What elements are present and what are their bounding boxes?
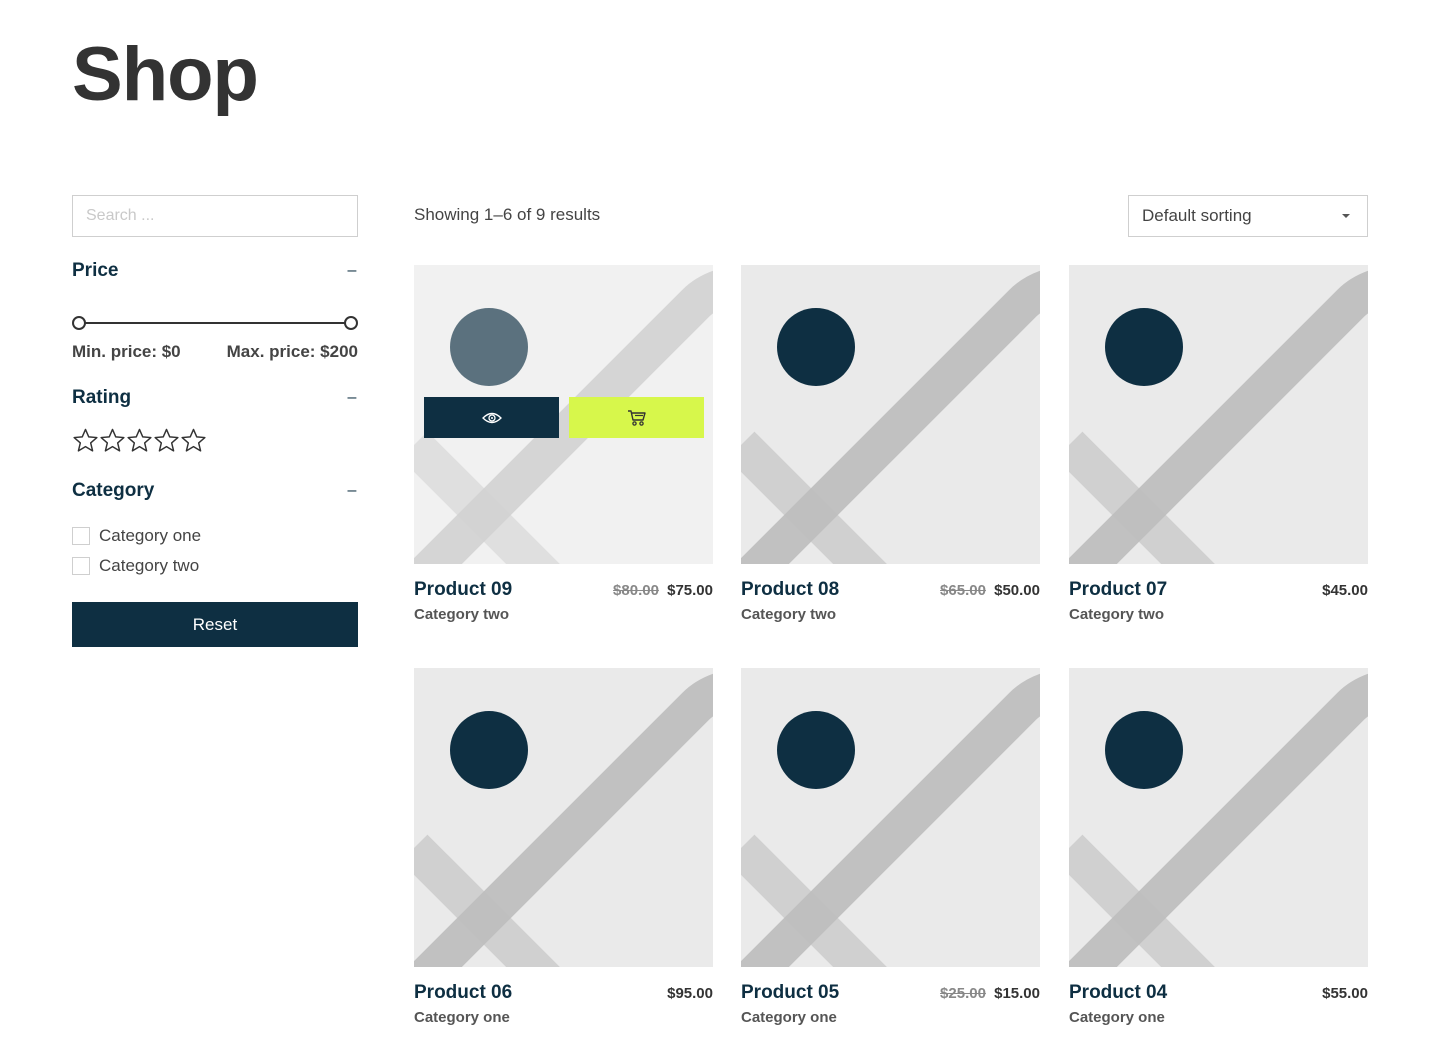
product-category[interactable]: Category one — [741, 1009, 837, 1026]
result-count: Showing 1–6 of 9 results — [414, 205, 601, 224]
product-image[interactable] — [414, 265, 713, 564]
product-category[interactable]: Category two — [414, 606, 509, 623]
product-name[interactable]: Product 06 — [414, 982, 512, 1004]
product-image[interactable] — [1069, 668, 1368, 967]
quick-view-button[interactable] — [424, 397, 559, 438]
product-name[interactable]: Product 07 — [1069, 579, 1167, 601]
image-placeholder-icon — [741, 265, 1040, 564]
cart-icon — [627, 409, 646, 426]
sort-dropdown[interactable]: Default sorting — [1128, 195, 1368, 237]
rating-collapse-toggle[interactable]: – — [346, 389, 358, 407]
max-price-label: Max. price: $200 — [226, 342, 358, 361]
image-placeholder-icon — [1069, 668, 1368, 967]
product-price: $80.00 $75.00 — [613, 582, 713, 599]
rating-filter-title: Rating — [72, 387, 132, 408]
price-min-handle[interactable] — [72, 316, 86, 330]
category-filter-header: Category – — [72, 479, 358, 503]
original-price: $25.00 — [940, 985, 986, 1002]
star-icon[interactable] — [99, 427, 126, 454]
product-price: $55.00 — [1322, 985, 1368, 1002]
current-price: $50.00 — [994, 582, 1040, 599]
product-category[interactable]: Category two — [1069, 606, 1164, 623]
product-image[interactable] — [741, 265, 1040, 564]
price-collapse-toggle[interactable]: – — [346, 262, 358, 280]
product-name[interactable]: Product 05 — [741, 982, 839, 1004]
search-input[interactable] — [72, 195, 358, 237]
product-price: $95.00 — [667, 985, 713, 1002]
category-item-two[interactable]: Category two — [72, 551, 358, 581]
current-price: $15.00 — [994, 985, 1040, 1002]
current-price: $95.00 — [667, 985, 713, 1002]
product-category[interactable]: Category two — [741, 606, 836, 623]
price-slider-track — [79, 322, 351, 324]
category-item-one[interactable]: Category one — [72, 521, 358, 551]
product-info: Product 09 $80.00 $75.00 Category two — [414, 564, 713, 624]
product-info: Product 07 $45.00 Category two — [1069, 564, 1368, 624]
product-name[interactable]: Product 08 — [741, 579, 839, 601]
product-price: $65.00 $50.00 — [940, 582, 1040, 599]
product-name[interactable]: Product 04 — [1069, 982, 1167, 1004]
page-title: Shop — [72, 32, 259, 117]
price-filter-title: Price — [72, 260, 119, 281]
product-info: Product 05 $25.00 $15.00 Category one — [741, 967, 1040, 1027]
product-image[interactable] — [414, 668, 713, 967]
star-icon[interactable] — [153, 427, 180, 454]
product-card[interactable]: Product 07 $45.00 Category two — [1069, 265, 1368, 624]
product-category[interactable]: Category one — [414, 1009, 510, 1026]
product-info: Product 08 $65.00 $50.00 Category two — [741, 564, 1040, 624]
image-placeholder-icon — [741, 668, 1040, 967]
eye-icon — [481, 412, 502, 423]
product-card[interactable]: Product 09 $80.00 $75.00 Category two — [414, 265, 713, 624]
star-icon[interactable] — [72, 427, 99, 454]
rating-filter-header: Rating – — [72, 386, 358, 410]
product-card[interactable]: Product 08 $65.00 $50.00 Category two — [741, 265, 1040, 624]
product-info: Product 06 $95.00 Category one — [414, 967, 713, 1027]
category-list: Category one Category two — [72, 521, 358, 581]
add-to-cart-button[interactable] — [569, 397, 704, 438]
product-card[interactable]: Product 04 $55.00 Category one — [1069, 668, 1368, 1027]
product-info: Product 04 $55.00 Category one — [1069, 967, 1368, 1027]
filter-sidebar: Price – Min. price: $0 Max. price: $200 … — [72, 195, 358, 647]
chevron-down-icon — [1342, 214, 1350, 218]
product-image[interactable] — [1069, 265, 1368, 564]
min-price-label: Min. price: $0 — [72, 342, 181, 361]
product-name[interactable]: Product 09 — [414, 579, 512, 601]
price-max-handle[interactable] — [344, 316, 358, 330]
current-price: $45.00 — [1322, 582, 1368, 599]
category-one-label: Category one — [99, 526, 202, 545]
sort-selected-label: Default sorting — [1142, 206, 1252, 225]
product-category[interactable]: Category one — [1069, 1009, 1165, 1026]
price-range-slider[interactable] — [72, 316, 358, 330]
original-price: $80.00 — [613, 582, 659, 599]
reset-button[interactable]: Reset — [72, 602, 358, 647]
rating-stars — [72, 427, 358, 455]
product-card[interactable]: Product 05 $25.00 $15.00 Category one — [741, 668, 1040, 1027]
category-filter-title: Category — [72, 480, 155, 501]
category-two-checkbox[interactable] — [72, 557, 90, 575]
current-price: $75.00 — [667, 582, 713, 599]
category-two-label: Category two — [99, 556, 200, 575]
star-icon[interactable] — [180, 427, 207, 454]
category-collapse-toggle[interactable]: – — [346, 482, 358, 500]
price-range-labels: Min. price: $0 Max. price: $200 — [72, 342, 358, 362]
current-price: $55.00 — [1322, 985, 1368, 1002]
star-icon[interactable] — [126, 427, 153, 454]
image-placeholder-icon — [1069, 265, 1368, 564]
product-card[interactable]: Product 06 $95.00 Category one — [414, 668, 713, 1027]
original-price: $65.00 — [940, 582, 986, 599]
price-filter-header: Price – — [72, 259, 358, 283]
category-one-checkbox[interactable] — [72, 527, 90, 545]
product-price: $45.00 — [1322, 582, 1368, 599]
product-price: $25.00 $15.00 — [940, 985, 1040, 1002]
image-placeholder-icon — [414, 668, 713, 967]
product-image[interactable] — [741, 668, 1040, 967]
